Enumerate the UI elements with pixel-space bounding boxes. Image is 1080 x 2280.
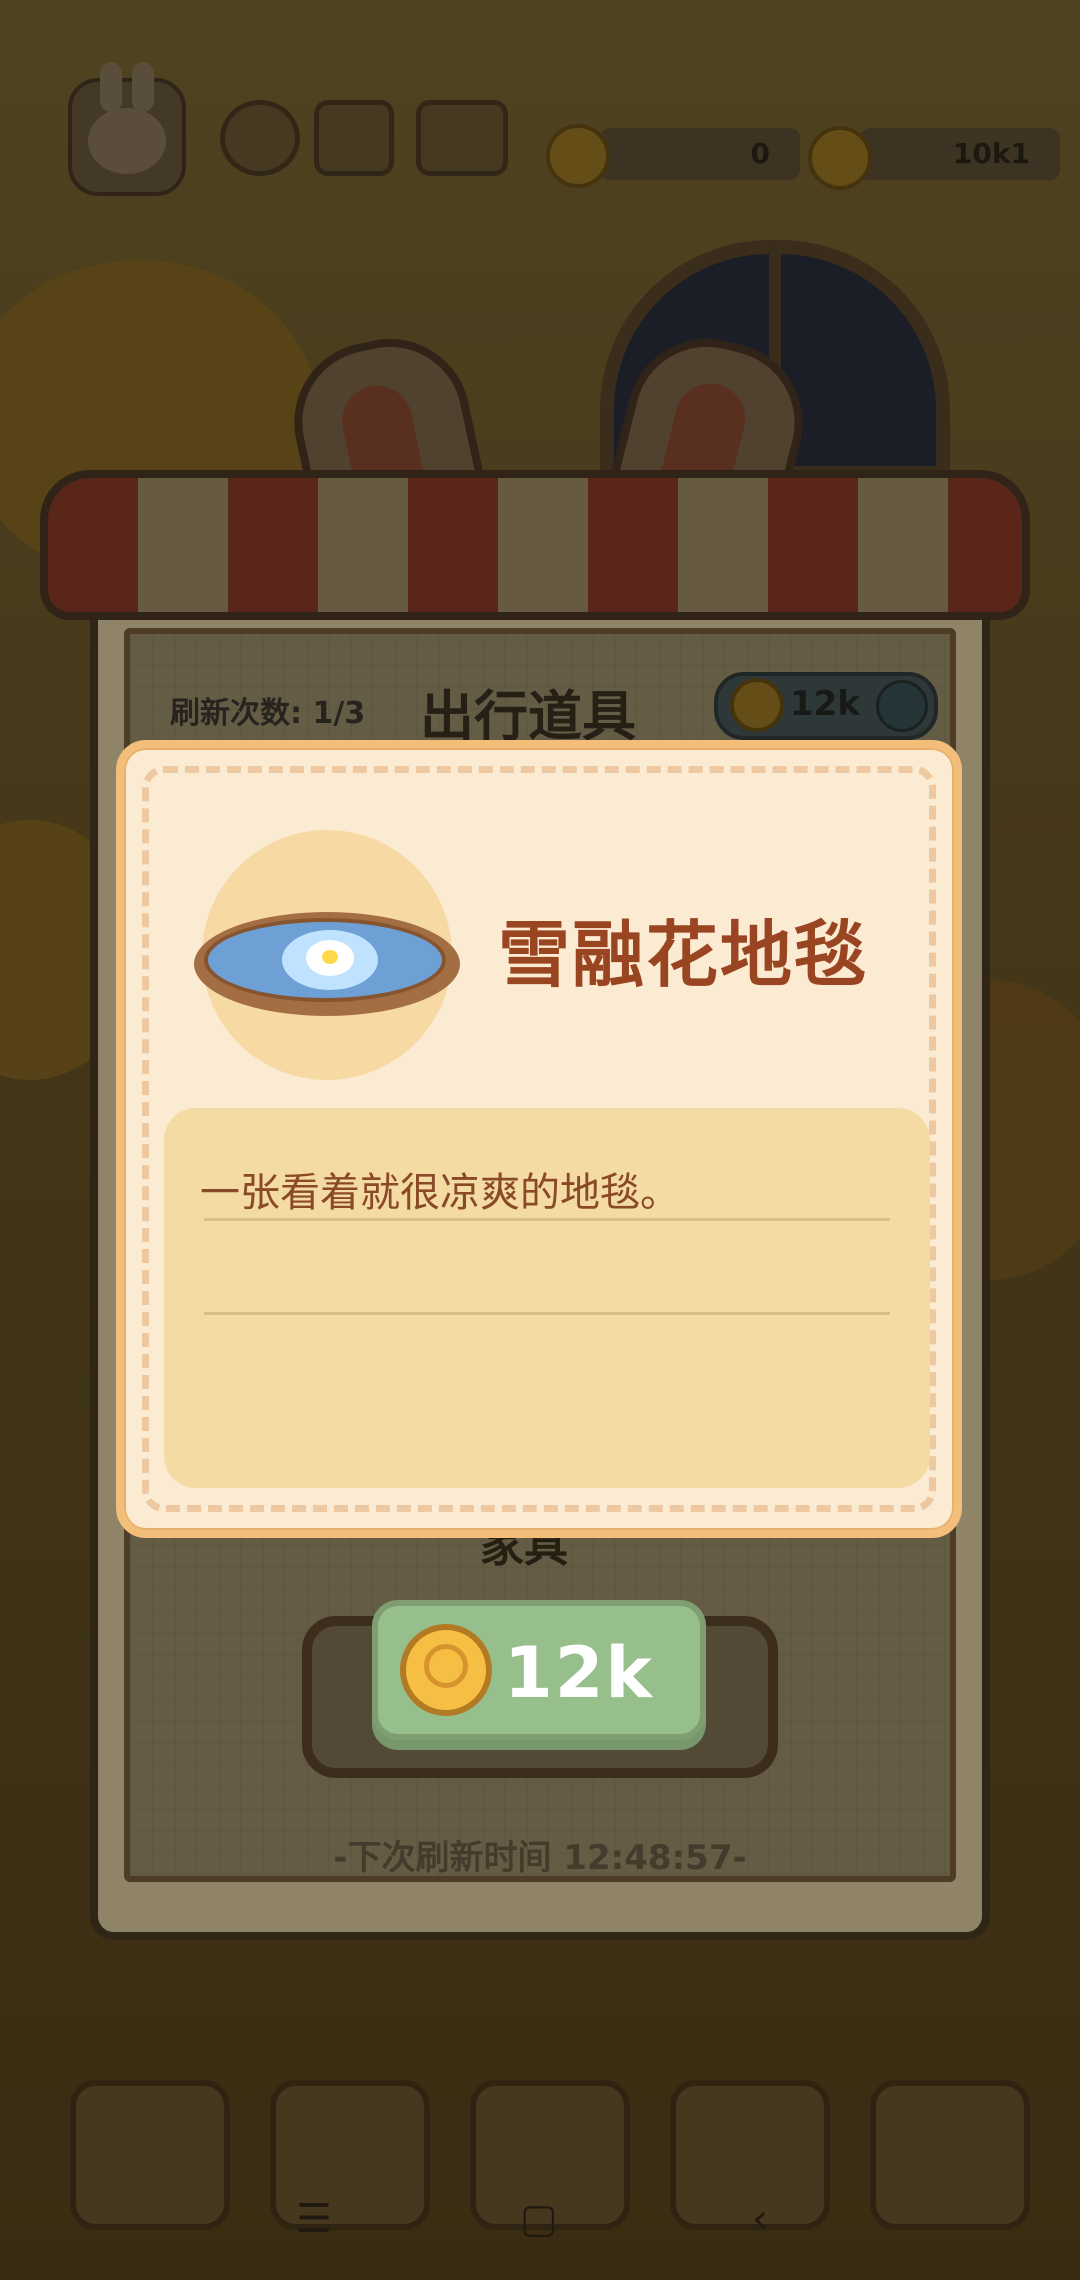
system-nav-bar: ☰ ▢ ‹ [0, 2196, 1080, 2242]
menu-icon[interactable]: ☰ [296, 2196, 332, 2242]
coin-icon [400, 1624, 492, 1716]
snow-flower-rug-icon [194, 912, 460, 1016]
item-detail-modal: 雪融花地毯 一张看着就很凉爽的地毯。 [116, 740, 962, 1538]
buy-price: 12k [504, 1632, 654, 1714]
buy-button[interactable]: 12k [372, 1600, 706, 1740]
item-name: 雪融花地毯 [498, 913, 869, 997]
description-line [204, 1218, 890, 1221]
item-description: 一张看着就很凉爽的地毯。 [200, 1170, 680, 1216]
description-line [204, 1312, 890, 1315]
home-icon[interactable]: ▢ [520, 2196, 558, 2242]
description-box: 一张看着就很凉爽的地毯。 [164, 1108, 930, 1488]
back-icon[interactable]: ‹ [752, 2196, 768, 2242]
